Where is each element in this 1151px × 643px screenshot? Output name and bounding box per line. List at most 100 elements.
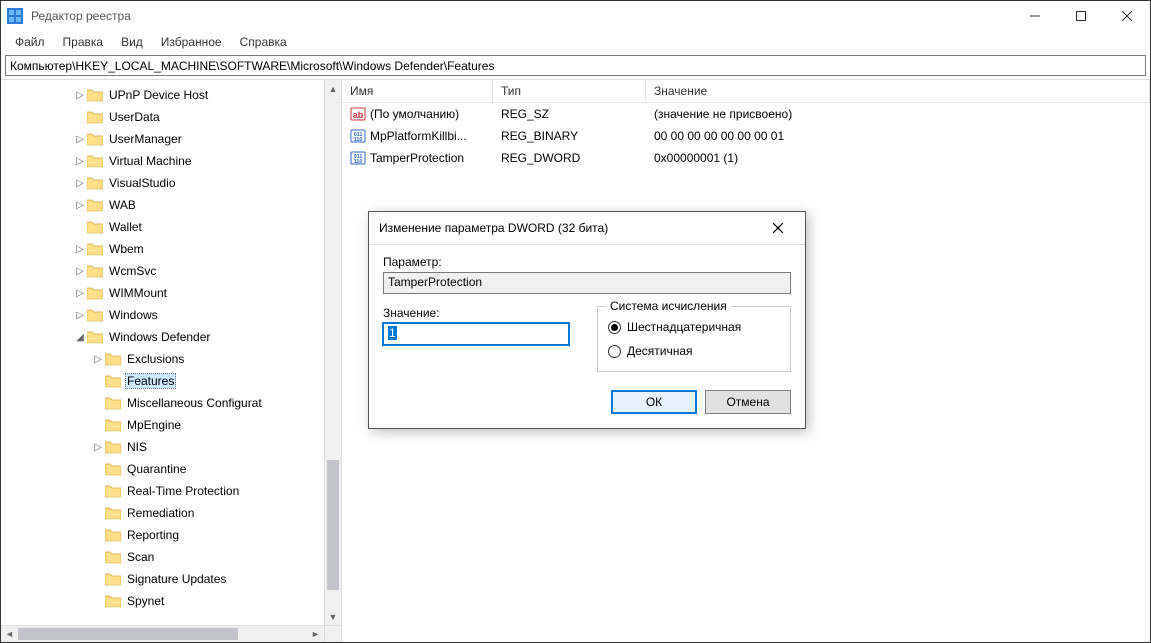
value-data: (значение не присвоено): [646, 107, 1150, 121]
radio-hex[interactable]: Шестнадцатеричная: [608, 317, 780, 337]
scroll-right-button[interactable]: ►: [307, 626, 324, 642]
column-name[interactable]: Имя: [342, 80, 493, 102]
menu-edit[interactable]: Правка: [55, 33, 112, 51]
cancel-button[interactable]: Отмена: [705, 390, 791, 414]
expand-icon[interactable]: [91, 376, 105, 387]
expand-icon[interactable]: ▷: [91, 442, 105, 453]
registry-tree[interactable]: ▷UPnP Device Host UserData▷UserManager▷V…: [1, 80, 341, 642]
value-type-icon: 011110: [350, 150, 366, 166]
tree-item[interactable]: Miscellaneous Configurat: [1, 392, 341, 414]
param-name-field[interactable]: TamperProtection: [383, 272, 791, 294]
radio-dec[interactable]: Десятичная: [608, 341, 780, 361]
scroll-left-button[interactable]: ◄: [1, 626, 18, 642]
close-button[interactable]: [1104, 1, 1150, 31]
folder-icon: [105, 440, 121, 454]
tree-item[interactable]: MpEngine: [1, 414, 341, 436]
address-bar[interactable]: Компьютер\HKEY_LOCAL_MACHINE\SOFTWARE\Mi…: [5, 55, 1146, 76]
expand-icon[interactable]: ▷: [91, 354, 105, 365]
menu-file[interactable]: Файл: [7, 33, 53, 51]
tree-item[interactable]: ▷UPnP Device Host: [1, 84, 341, 106]
tree-item[interactable]: Wallet: [1, 216, 341, 238]
expand-icon[interactable]: [91, 596, 105, 607]
tree-item-label: Wallet: [107, 220, 142, 234]
tree-item[interactable]: Features: [1, 370, 341, 392]
tree-item[interactable]: Spynet: [1, 590, 341, 612]
tree-item[interactable]: Quarantine: [1, 458, 341, 480]
dialog-title: Изменение параметра DWORD (32 бита): [379, 221, 761, 235]
expand-icon[interactable]: [91, 398, 105, 409]
minimize-button[interactable]: [1012, 1, 1058, 31]
tree-item[interactable]: ▷Wbem: [1, 238, 341, 260]
value-row[interactable]: ab(По умолчанию)REG_SZ(значение не присв…: [342, 103, 1150, 125]
tree-item[interactable]: Reporting: [1, 524, 341, 546]
expand-icon[interactable]: ▷: [73, 310, 87, 321]
scroll-thumb[interactable]: [327, 460, 339, 590]
value-row[interactable]: 011110TamperProtectionREG_DWORD0x0000000…: [342, 147, 1150, 169]
dialog-close-button[interactable]: [761, 215, 795, 241]
tree-item[interactable]: Remediation: [1, 502, 341, 524]
tree-item[interactable]: UserData: [1, 106, 341, 128]
menu-help[interactable]: Справка: [232, 33, 295, 51]
value-row[interactable]: 011110MpPlatformKillbi...REG_BINARY00 00…: [342, 125, 1150, 147]
tree-item[interactable]: Signature Updates: [1, 568, 341, 590]
expand-icon[interactable]: ▷: [73, 200, 87, 211]
scroll-up-button[interactable]: ▲: [325, 80, 341, 97]
tree-item[interactable]: ▷NIS: [1, 436, 341, 458]
tree-item-label: Scan: [125, 550, 154, 564]
tree-item[interactable]: ▷ Exclusions: [1, 348, 341, 370]
scroll-thumb-horizontal[interactable]: [18, 628, 238, 640]
folder-icon: [105, 528, 121, 542]
expand-icon[interactable]: [91, 552, 105, 563]
expand-icon[interactable]: ▷: [73, 178, 87, 189]
column-type[interactable]: Тип: [493, 80, 646, 102]
values-list[interactable]: ab(По умолчанию)REG_SZ(значение не присв…: [342, 103, 1150, 169]
expand-icon[interactable]: [91, 530, 105, 541]
maximize-button[interactable]: [1058, 1, 1104, 31]
folder-icon: [87, 220, 103, 234]
expand-icon[interactable]: ▷: [73, 90, 87, 101]
expand-icon[interactable]: ▷: [73, 244, 87, 255]
column-value[interactable]: Значение: [646, 80, 1150, 102]
tree-item[interactable]: ▷WAB: [1, 194, 341, 216]
expand-icon[interactable]: ◢: [73, 332, 87, 343]
folder-icon: [87, 88, 103, 102]
expand-icon[interactable]: ▷: [73, 156, 87, 167]
tree-vertical-scrollbar[interactable]: ▲ ▼: [324, 80, 341, 625]
expand-icon[interactable]: [91, 574, 105, 585]
tree-item[interactable]: ▷WcmSvc: [1, 260, 341, 282]
tree-item[interactable]: ▷VisualStudio: [1, 172, 341, 194]
folder-icon: [87, 154, 103, 168]
tree-item[interactable]: ▷Windows: [1, 304, 341, 326]
expand-icon[interactable]: [91, 508, 105, 519]
tree-item-label: Windows Defender: [107, 330, 210, 344]
expand-icon[interactable]: ▷: [73, 266, 87, 277]
tree-item-label: Exclusions: [125, 352, 184, 366]
expand-icon[interactable]: ▷: [73, 288, 87, 299]
svg-text:ab: ab: [353, 110, 364, 120]
scroll-down-button[interactable]: ▼: [325, 608, 341, 625]
expand-icon[interactable]: [91, 464, 105, 475]
value-data: 0x00000001 (1): [646, 151, 1150, 165]
value-input[interactable]: 1: [383, 323, 569, 345]
tree-item[interactable]: Real-Time Protection: [1, 480, 341, 502]
expand-icon[interactable]: [73, 112, 87, 123]
expand-icon[interactable]: ▷: [73, 134, 87, 145]
tree-item[interactable]: ▷Virtual Machine: [1, 150, 341, 172]
expand-icon[interactable]: [91, 486, 105, 497]
expand-icon[interactable]: [91, 420, 105, 431]
tree-item[interactable]: Scan: [1, 546, 341, 568]
dialog-titlebar[interactable]: Изменение параметра DWORD (32 бита): [369, 212, 805, 244]
menu-favorites[interactable]: Избранное: [153, 33, 230, 51]
folder-icon: [105, 484, 121, 498]
tree-pane: ▷UPnP Device Host UserData▷UserManager▷V…: [1, 79, 341, 642]
menu-view[interactable]: Вид: [113, 33, 151, 51]
tree-item-label: Features: [125, 373, 176, 389]
expand-icon[interactable]: [73, 222, 87, 233]
param-label: Параметр:: [383, 255, 791, 269]
tree-item[interactable]: ▷WIMMount: [1, 282, 341, 304]
tree-item[interactable]: ◢ Windows Defender: [1, 326, 341, 348]
ok-button[interactable]: ОК: [611, 390, 697, 414]
value-type-icon: 011110: [350, 128, 366, 144]
tree-horizontal-scrollbar[interactable]: ◄ ►: [1, 625, 324, 642]
tree-item[interactable]: ▷UserManager: [1, 128, 341, 150]
